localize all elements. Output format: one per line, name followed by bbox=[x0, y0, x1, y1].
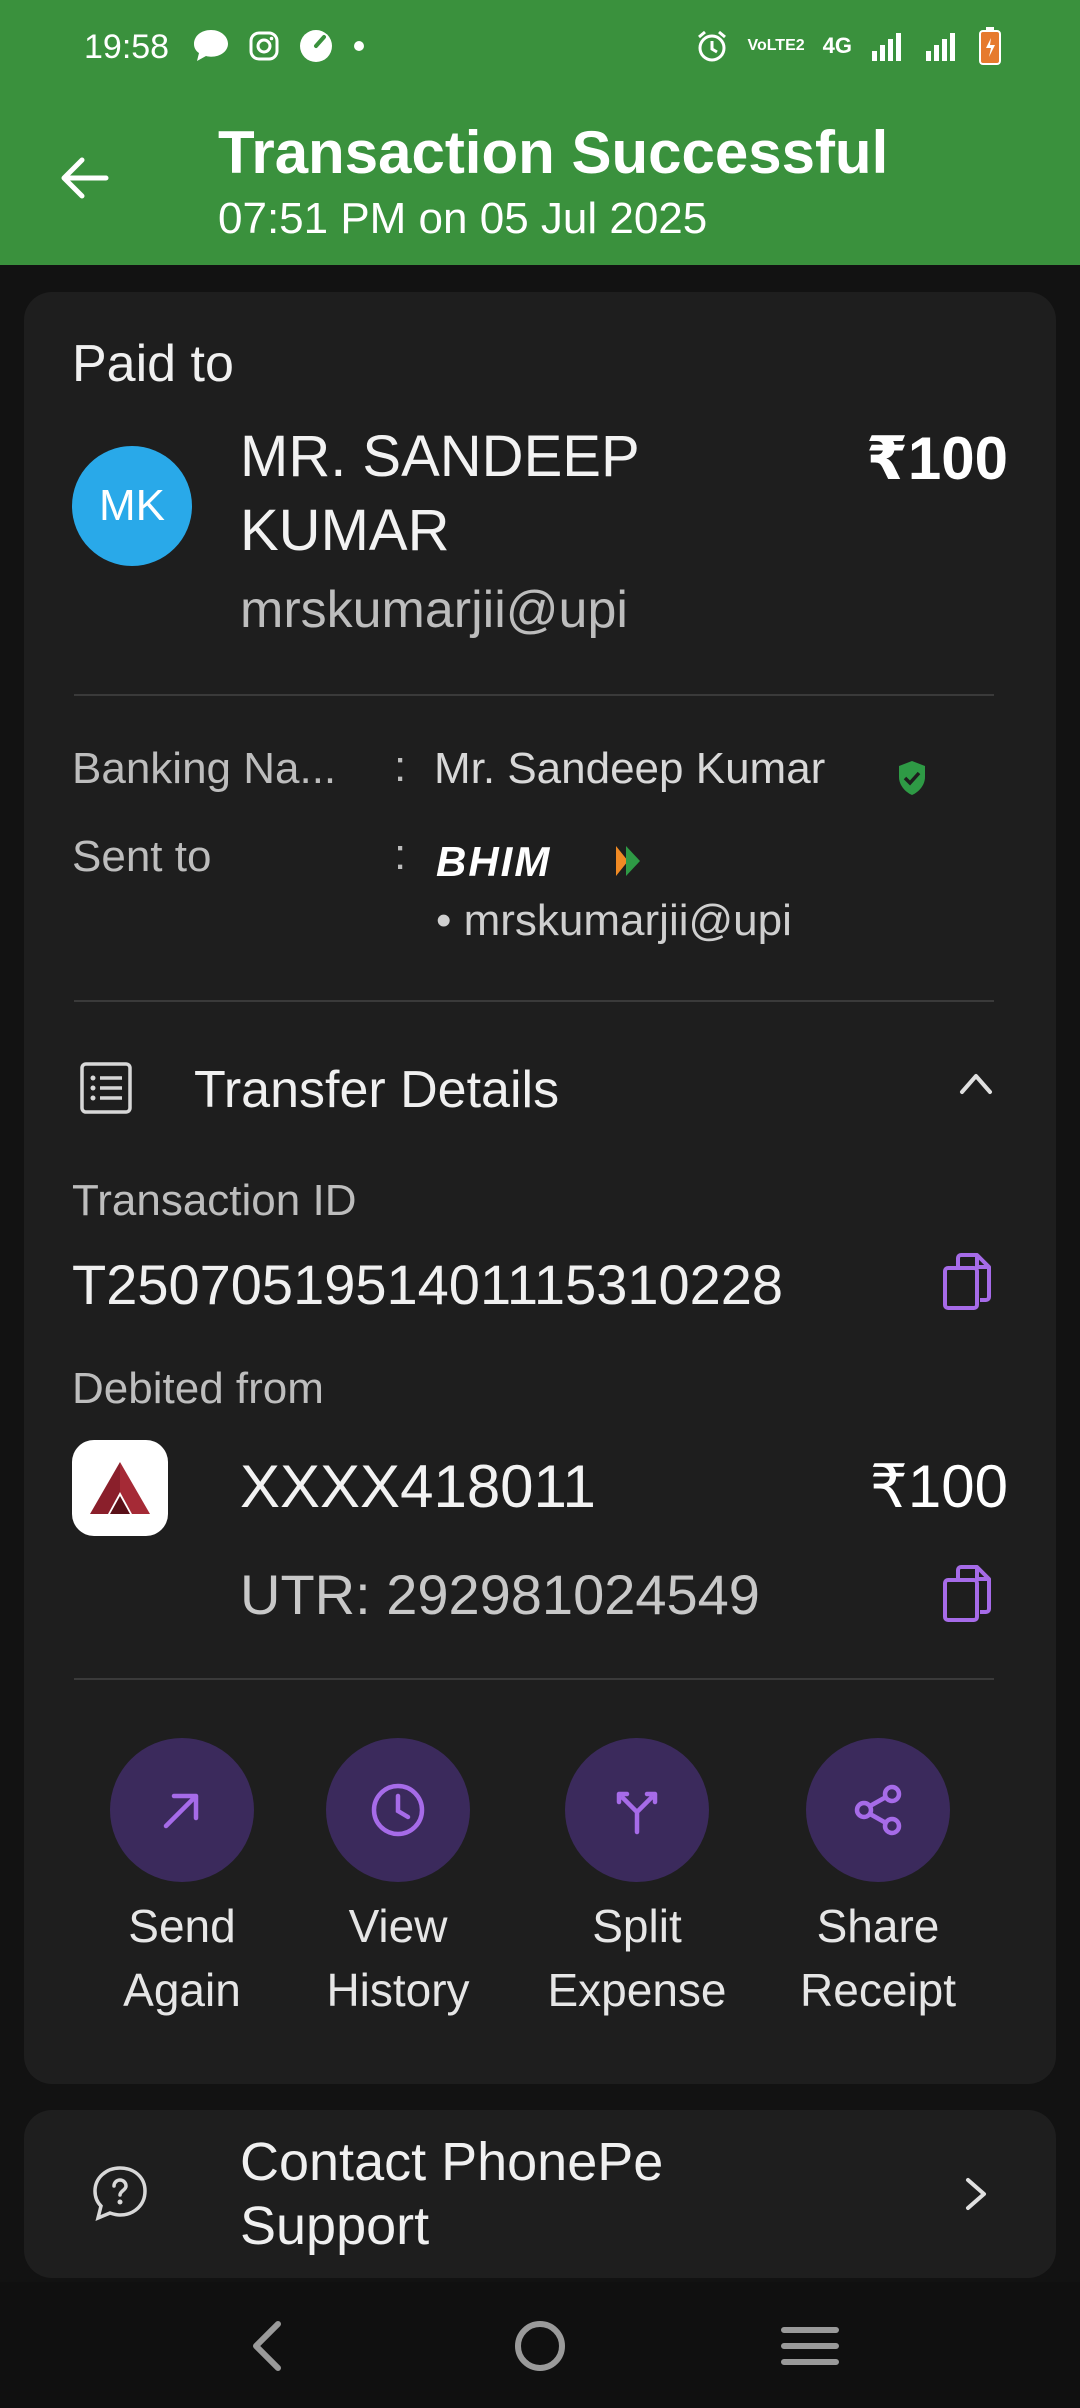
colon: : bbox=[394, 742, 407, 791]
banking-name-value: Mr. Sandeep Kumar bbox=[434, 744, 826, 793]
instagram-icon bbox=[249, 31, 279, 61]
volte-label: VoLTE2 bbox=[747, 37, 805, 54]
bhim-logo: BHIM bbox=[436, 838, 552, 885]
status-bar: 19:58 VoLTE2 4G bbox=[0, 0, 1080, 100]
divider bbox=[74, 694, 994, 696]
share-icon bbox=[854, 1784, 902, 1836]
copy-icon[interactable] bbox=[940, 1252, 994, 1312]
nav-back-icon[interactable] bbox=[230, 2306, 310, 2386]
sent-to-label: Sent to bbox=[72, 832, 212, 881]
debited-from-label: Debited from bbox=[72, 1364, 324, 1413]
chevron-up-icon[interactable] bbox=[956, 1064, 996, 1104]
contact-support-button[interactable]: Contact PhonePe Support bbox=[24, 2110, 1056, 2278]
view-history-circle[interactable] bbox=[326, 1738, 470, 1882]
paid-amount: ₹100 bbox=[866, 425, 1008, 492]
signal-icon bbox=[872, 33, 901, 61]
share-receipt-label: Share Receipt bbox=[800, 1900, 956, 2016]
avatar-initials: MK bbox=[99, 481, 165, 530]
copy-icon[interactable] bbox=[940, 1564, 994, 1624]
status-time: 19:58 bbox=[84, 28, 170, 66]
utr-number: UTR: 292981024549 bbox=[240, 1563, 760, 1626]
receipt-list-icon bbox=[80, 1062, 132, 1114]
page-title: Transaction Successful bbox=[218, 119, 889, 186]
split-expense-circle[interactable] bbox=[565, 1738, 709, 1882]
share-receipt-circle[interactable] bbox=[806, 1738, 950, 1882]
payee-vpa: mrskumarjii@upi bbox=[240, 581, 628, 639]
nav-menu-icon[interactable] bbox=[770, 2306, 850, 2386]
back-arrow-icon[interactable] bbox=[56, 150, 112, 206]
header-bar: 19:58 VoLTE2 4G Transaction Successful 0… bbox=[0, 0, 1080, 265]
sent-to-vpa: • mrskumarjii@upi bbox=[436, 896, 792, 945]
speedometer-icon bbox=[300, 30, 332, 62]
clock-icon bbox=[371, 1783, 425, 1837]
help-chat-icon bbox=[93, 2166, 147, 2221]
payee-name: MR. SANDEEP KUMAR bbox=[240, 424, 639, 563]
verified-shield-icon bbox=[899, 761, 925, 795]
view-history-button[interactable]: View History bbox=[288, 1738, 508, 2022]
paid-to-label: Paid to bbox=[72, 335, 234, 393]
signal-icon-2 bbox=[926, 33, 955, 61]
axis-bank-logo-icon bbox=[90, 1462, 150, 1514]
split-expense-label: Split Expense bbox=[547, 1900, 727, 2016]
send-again-label: Send Again bbox=[123, 1900, 241, 2016]
network-label: 4G bbox=[822, 33, 852, 58]
contact-support-label: Contact PhonePe Support bbox=[240, 2132, 664, 2256]
arrow-up-right-icon bbox=[163, 1793, 199, 1829]
bhim-flag-icon bbox=[616, 846, 640, 876]
split-icon bbox=[616, 1791, 658, 1835]
send-again-circle[interactable] bbox=[110, 1738, 254, 1882]
avatar: MK bbox=[72, 446, 192, 566]
transaction-id-value: T2507051951401115310228 bbox=[72, 1253, 784, 1316]
battery-icon bbox=[979, 27, 1001, 65]
divider bbox=[74, 1678, 994, 1680]
message-icon bbox=[194, 30, 228, 61]
system-nav-bar bbox=[0, 2282, 1080, 2408]
transaction-card: Paid to MK MR. SANDEEP KUMAR ₹100 mrskum… bbox=[24, 292, 1056, 2084]
share-receipt-button[interactable]: Share Receipt bbox=[768, 1738, 988, 2022]
account-number: XXXX418011 bbox=[240, 1453, 596, 1520]
divider bbox=[74, 1000, 994, 1002]
banking-name-label: Banking Na... bbox=[72, 744, 337, 793]
split-expense-button[interactable]: Split Expense bbox=[527, 1738, 747, 2022]
transaction-id-label: Transaction ID bbox=[72, 1176, 357, 1225]
debited-amount: ₹100 bbox=[869, 1453, 1008, 1520]
dot-icon bbox=[354, 41, 364, 51]
alarm-icon bbox=[698, 30, 727, 62]
nav-home-icon[interactable] bbox=[500, 2306, 580, 2386]
send-again-button[interactable]: Send Again bbox=[72, 1738, 292, 2022]
transaction-timestamp: 07:51 PM on 05 Jul 2025 bbox=[218, 194, 708, 243]
transfer-details-title[interactable]: Transfer Details bbox=[194, 1060, 559, 1120]
bank-logo bbox=[72, 1440, 168, 1536]
view-history-label: View History bbox=[326, 1900, 470, 2016]
chevron-right-icon bbox=[966, 2178, 986, 2210]
action-buttons: Send Again View History Split Expense Sh… bbox=[24, 1738, 1056, 2038]
colon: : bbox=[394, 830, 407, 879]
